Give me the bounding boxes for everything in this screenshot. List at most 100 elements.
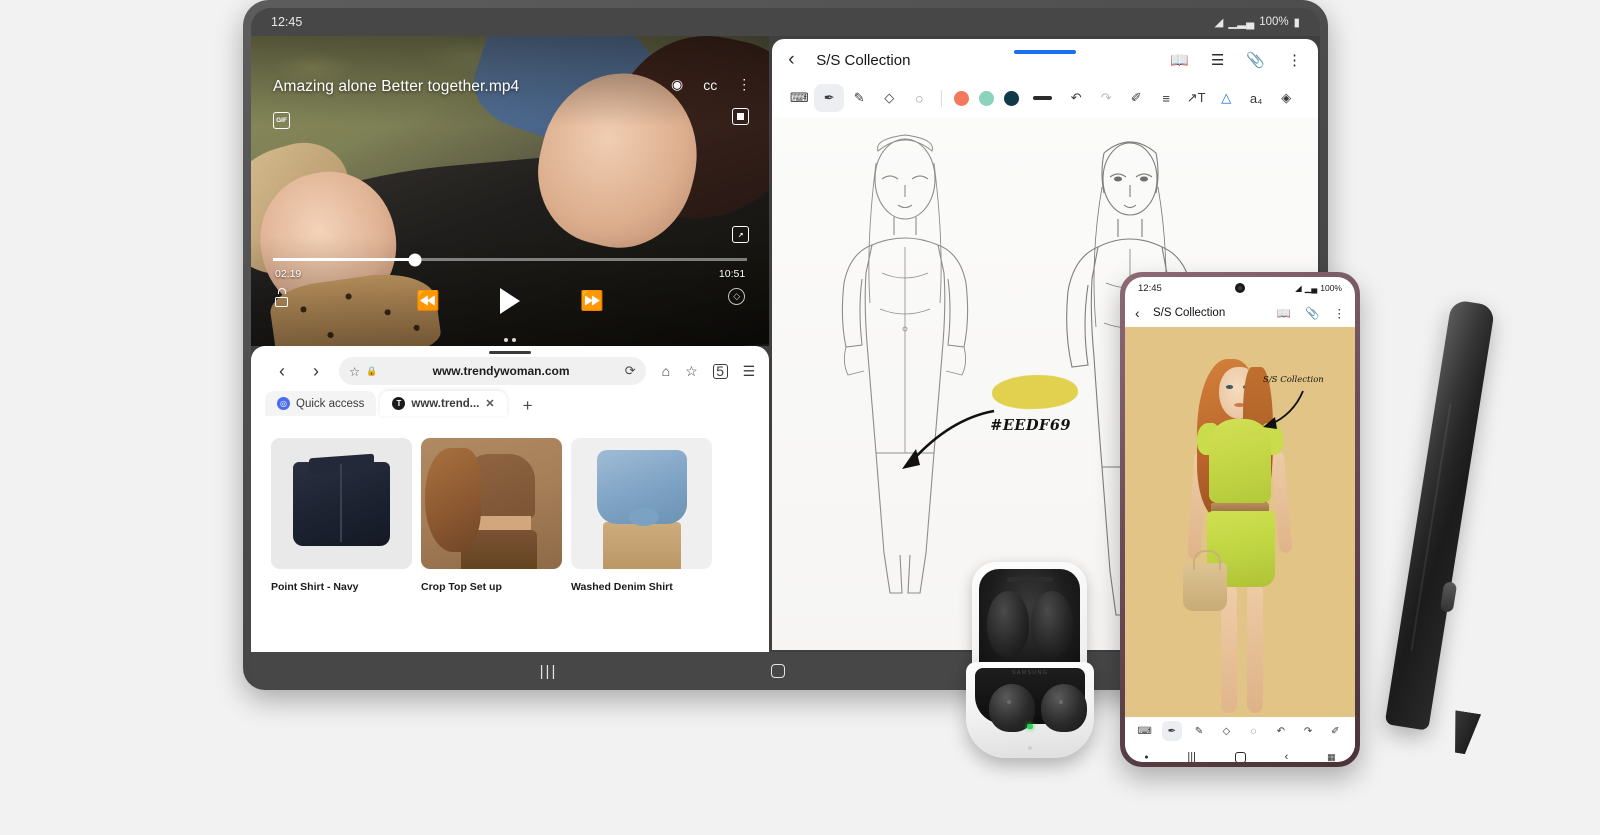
annotation-arrow [1263, 390, 1304, 429]
color-swatch-mint[interactable] [979, 90, 995, 106]
chevron-left-icon[interactable]: ‹ [788, 49, 816, 71]
seek-handle[interactable] [408, 253, 422, 266]
fashion-illustration-lime-dress [1125, 327, 1355, 717]
browser-back-button[interactable]: ‹ [265, 361, 299, 382]
hamburger-menu-icon[interactable]: ☰ [743, 363, 756, 380]
chevron-left-icon[interactable]: ‹ [1135, 305, 1153, 321]
notes-title: S/S Collection [816, 51, 911, 69]
home-square-icon[interactable] [1234, 751, 1246, 762]
eraser-icon[interactable]: ◇ [1216, 721, 1236, 741]
home-icon[interactable]: ⌂ [662, 363, 670, 379]
expand-icon[interactable]: ↗ [732, 226, 750, 243]
reload-icon[interactable]: ⟳ [625, 363, 636, 379]
product-card[interactable]: Point Shirt - Navy [271, 438, 412, 593]
keyboard-icon[interactable]: ⌨ [1135, 721, 1155, 741]
url-text: www.trendywoman.com [432, 364, 570, 378]
url-bar[interactable]: ☆ 🔒 www.trendywoman.com ⟳ [339, 357, 646, 385]
color-swatch-navy[interactable] [1004, 90, 1020, 106]
charging-led-indicator [1027, 724, 1033, 729]
annotation-arrow-yellow [902, 409, 995, 469]
handwritten-note: S/S Collection [1263, 375, 1324, 385]
video-seek-bar[interactable] [273, 253, 748, 266]
attachment-icon[interactable]: 📎 [1305, 306, 1319, 320]
fast-forward-icon[interactable]: ⏩ [580, 289, 604, 313]
picture-in-picture-icon[interactable] [732, 108, 750, 125]
gif-capture-button[interactable]: GIF [273, 112, 290, 129]
product-name: Crop Top Set up [421, 581, 502, 593]
pen-icon[interactable]: ✒ [814, 84, 845, 112]
pen-settings-icon[interactable]: ✐ [1121, 84, 1151, 112]
home-square-icon[interactable] [770, 664, 785, 678]
phone-navigation-bar: ● ||| ‹ ▦ [1125, 745, 1355, 762]
more-vertical-icon[interactable]: ⋮ [1287, 51, 1302, 69]
cellular-signal-icon: ▁▂▄ [1228, 17, 1255, 29]
back-icon[interactable]: ‹ [1285, 751, 1289, 762]
book-view-icon[interactable]: 📖 [1277, 306, 1291, 320]
video-duration: 10:51 [718, 268, 746, 280]
highlighter-icon[interactable]: ✎ [844, 84, 874, 112]
battery-label: 100% [1320, 283, 1342, 293]
redo-icon[interactable]: ↷ [1298, 721, 1318, 741]
more-vertical-icon[interactable]: ⋮ [1334, 306, 1346, 320]
phone-device: 12:45 ◢ ▁▄ 100% ‹ S/S Collection 📖 📎 ⋮ S… [1120, 272, 1360, 767]
lasso-select-icon[interactable]: ◌ [904, 84, 934, 112]
highlighter-icon[interactable]: ✎ [1189, 721, 1209, 741]
battery-full-icon: ▮ [1293, 17, 1300, 29]
cellular-signal-icon: ▁▄ [1304, 282, 1318, 293]
video-capture-icon[interactable]: ◉ [671, 76, 683, 93]
pen-settings-icon[interactable]: ✐ [1325, 721, 1345, 741]
product-grid: Point Shirt - Navy Crop Top Set up Washe… [271, 438, 749, 593]
stroke-width-icon[interactable] [1033, 96, 1053, 100]
undo-icon[interactable]: ↶ [1061, 84, 1091, 112]
active-tab-indicator [1014, 50, 1077, 54]
buds-case-base: SAMSUNG [966, 662, 1094, 758]
s-pen-dot-icon[interactable]: ● [1144, 754, 1148, 761]
phone-screen: 12:45 ◢ ▁▄ 100% ‹ S/S Collection 📖 📎 ⋮ S… [1125, 277, 1355, 762]
star-list-icon[interactable]: ☆ [685, 363, 698, 380]
notes-title: S/S Collection [1153, 307, 1226, 319]
recents-icon[interactable]: ||| [1187, 751, 1196, 762]
new-tab-button[interactable]: + [511, 396, 545, 416]
browser-forward-button[interactable]: › [299, 361, 333, 382]
text-convert-icon[interactable]: ↗T [1181, 84, 1211, 112]
more-vertical-icon[interactable]: ⋮ [737, 76, 751, 93]
tab-count-button[interactable]: 5 [712, 363, 728, 379]
lasso-select-icon[interactable]: ◌ [1244, 721, 1264, 741]
align-icon[interactable]: ≡ [1151, 84, 1181, 112]
recents-icon[interactable]: ||| [540, 663, 558, 680]
s-pen-stylus [1379, 282, 1505, 762]
video-player[interactable]: Amazing alone Better together.mp4 ◉ cc ⋮… [251, 36, 770, 346]
book-view-icon[interactable]: 📖 [1170, 51, 1189, 69]
close-icon[interactable]: ✕ [485, 397, 494, 410]
product-card[interactable]: Crop Top Set up [421, 438, 562, 593]
shape-recognition-icon[interactable]: △ [1211, 84, 1241, 112]
phone-status-bar: 12:45 ◢ ▁▄ 100% [1125, 277, 1355, 299]
browser-tab-trendywoman[interactable]: T www.trend... ✕ [380, 391, 507, 416]
tab-label: Quick access [296, 397, 365, 410]
product-card[interactable]: Washed Denim Shirt [571, 438, 712, 593]
rewind-icon[interactable]: ⏪ [416, 289, 440, 313]
play-icon[interactable] [500, 288, 521, 314]
attachment-icon[interactable]: 📎 [1246, 51, 1265, 69]
undo-icon[interactable]: ↶ [1271, 721, 1291, 741]
fashion-figure-sketch-front [810, 123, 1000, 603]
browser-page-content: Point Shirt - Navy Crop Top Set up Washe… [251, 416, 770, 621]
fill-color-icon[interactable]: ◈ [1271, 84, 1301, 112]
buds-brand-label: SAMSUNG [1011, 670, 1049, 676]
split-screen-handle[interactable] [504, 338, 517, 342]
keyboard-grid-icon[interactable]: ▦ [1327, 752, 1336, 763]
wifi-icon: ◢ [1214, 17, 1224, 29]
eraser-icon[interactable]: ◇ [874, 84, 904, 112]
text-style-icon[interactable]: a₄ [1241, 84, 1271, 112]
pen-icon[interactable]: ✒ [1161, 721, 1182, 741]
redo-icon[interactable]: ↷ [1091, 84, 1121, 112]
hex-label-yellow: #EEDF69 [990, 417, 1072, 434]
list-view-icon[interactable]: ☰ [1211, 51, 1224, 69]
color-swatch-coral[interactable] [954, 90, 970, 106]
phone-notes-canvas[interactable]: S/S Collection [1125, 327, 1355, 717]
star-outline-icon[interactable]: ☆ [349, 364, 360, 379]
keyboard-icon[interactable]: ⌨ [784, 84, 814, 112]
captions-button[interactable]: cc [703, 77, 717, 93]
browser-tab-quick-access[interactable]: ◎ Quick access [265, 391, 377, 416]
window-drag-handle[interactable] [489, 351, 532, 354]
